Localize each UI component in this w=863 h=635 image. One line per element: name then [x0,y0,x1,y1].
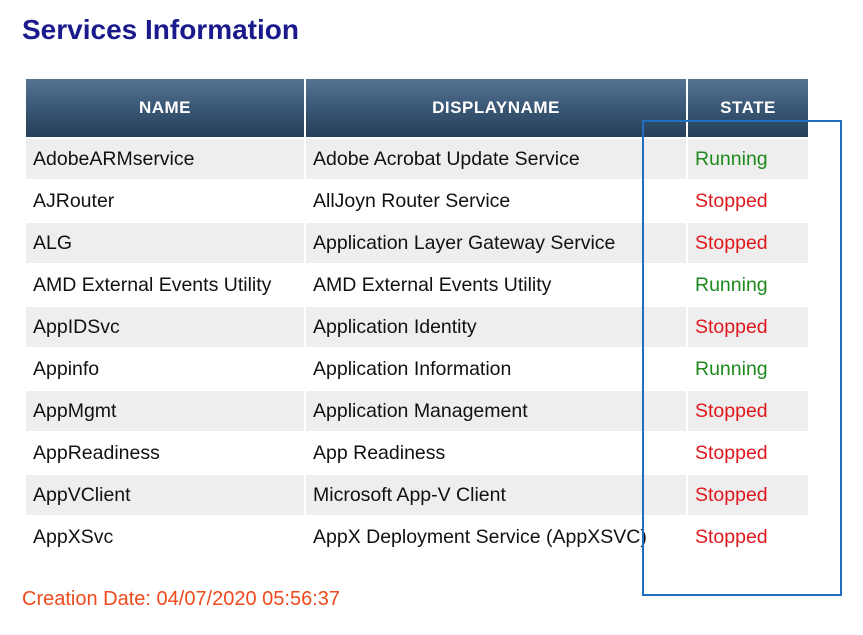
service-state-cell: Stopped [688,475,808,515]
service-displayname-cell: AllJoyn Router Service [306,181,686,221]
service-state-cell: Stopped [688,307,808,347]
service-name-cell: AMD External Events Utility [26,265,304,305]
table-row: AppIDSvc Application Identity Stopped [26,307,808,347]
service-displayname-cell: Application Management [306,391,686,431]
service-state-cell: Stopped [688,517,808,557]
table-body: AdobeARMservice Adobe Acrobat Update Serv… [26,139,808,557]
table-row: AJRouter AllJoyn Router Service Stopped [26,181,808,221]
column-header-state[interactable]: STATE [688,79,808,137]
service-state-cell: Stopped [688,433,808,473]
service-displayname-cell: Microsoft App-V Client [306,475,686,515]
service-state-cell: Running [688,349,808,389]
service-name-cell: Appinfo [26,349,304,389]
table-row: ALG Application Layer Gateway Service Stop… [26,223,808,263]
service-state-cell: Stopped [688,391,808,431]
service-displayname-cell: App Readiness [306,433,686,473]
service-displayname-cell: Application Information [306,349,686,389]
table-row: AppXSvc AppX Deployment Service (AppXSVC)… [26,517,808,557]
service-displayname-cell: Application Identity [306,307,686,347]
service-displayname-cell: AMD External Events Utility [306,265,686,305]
table-row: AppVClient Microsoft App-V Client Stopped [26,475,808,515]
table-header-row: NAME DISPLAYNAME STATE [26,79,808,137]
table-row: AppMgmt Application Management Stopped [26,391,808,431]
service-displayname-cell: Adobe Acrobat Update Service [306,139,686,179]
table-row: AMD External Events Utility AMD External … [26,265,808,305]
service-name-cell: AppIDSvc [26,307,304,347]
service-state-cell: Stopped [688,223,808,263]
table-row: AppReadiness App Readiness Stopped [26,433,808,473]
service-name-cell: ALG [26,223,304,263]
service-state-cell: Stopped [688,181,808,221]
services-table: NAME DISPLAYNAME STATE AdobeARMservice Ad… [24,77,810,559]
service-name-cell: AppMgmt [26,391,304,431]
table-row: Appinfo Application Information Running [26,349,808,389]
service-name-cell: AppXSvc [26,517,304,557]
service-state-cell: Running [688,265,808,305]
service-name-cell: AppReadiness [26,433,304,473]
service-displayname-cell: AppX Deployment Service (AppXSVC) [306,517,686,557]
service-state-cell: Running [688,139,808,179]
table-row: AdobeARMservice Adobe Acrobat Update Serv… [26,139,808,179]
creation-date: Creation Date: 04/07/2020 05:56:37 [22,588,341,610]
service-name-cell: AdobeARMservice [26,139,304,179]
page-title: Services Information [22,14,299,45]
service-name-cell: AJRouter [26,181,304,221]
column-header-displayname[interactable]: DISPLAYNAME [306,79,686,137]
service-displayname-cell: Application Layer Gateway Service [306,223,686,263]
service-name-cell: AppVClient [26,475,304,515]
column-header-name[interactable]: NAME [26,79,304,137]
